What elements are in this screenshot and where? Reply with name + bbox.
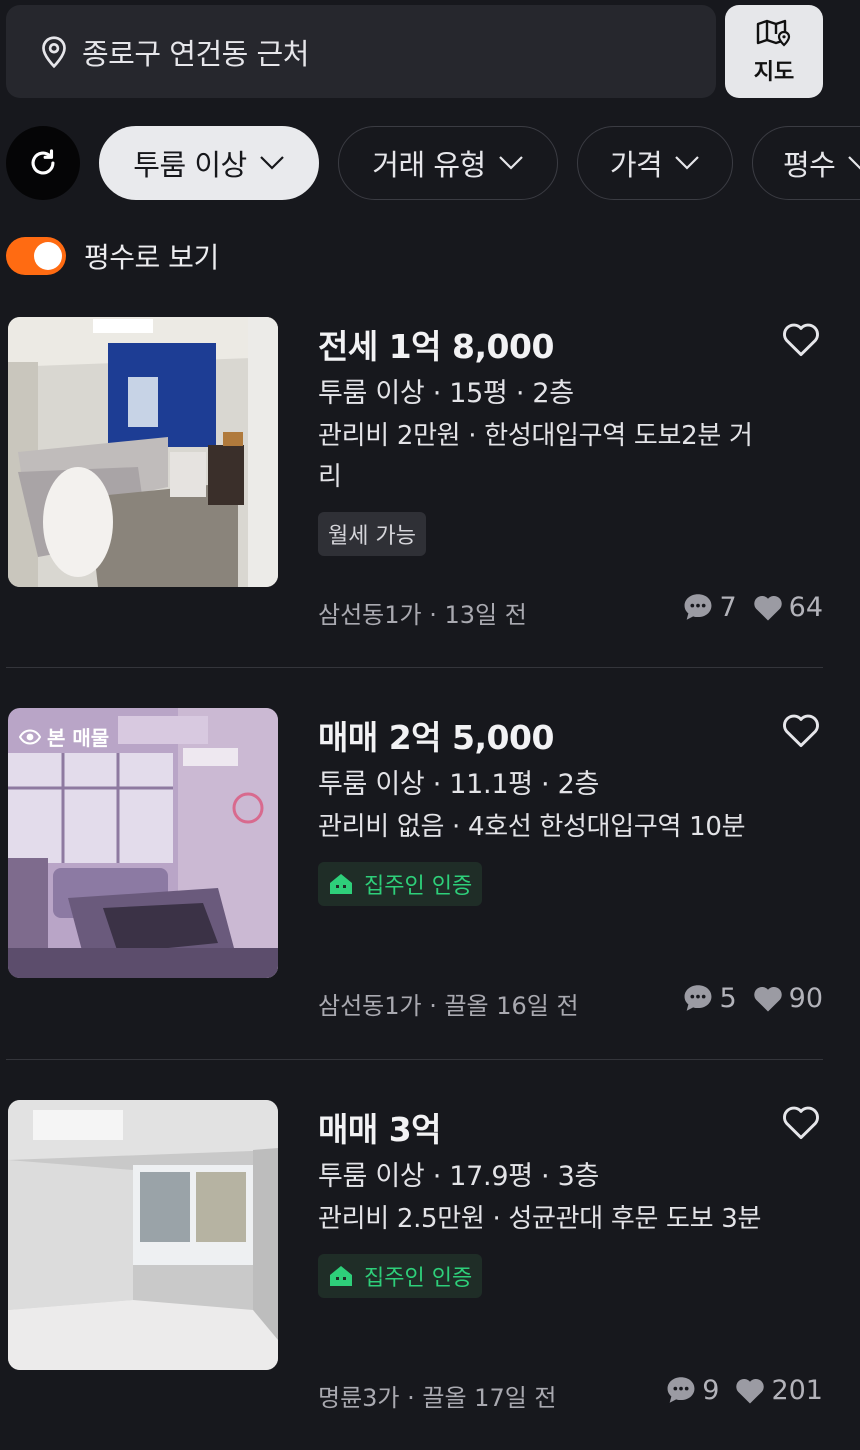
heart-filled-icon [753,986,782,1012]
map-button-label: 지도 [753,59,795,85]
heart-filled-icon [753,595,782,621]
listing-info: 전세 1억 8,000 투룸 이상 · 15평 · 2층 관리비 2만원 · 한… [318,317,828,556]
toggle-knob [34,242,62,270]
comment-count: 5 [719,982,737,1014]
listing-item[interactable]: 매매 3억 투룸 이상 · 17.9평 · 3층 관리비 2.5만원 · 성균관… [0,1100,860,1450]
filter-label: 가격 [609,148,663,182]
map-icon [756,19,791,46]
verified-owner-label: 집주인 인증 [364,874,473,899]
like-count: 201 [771,1374,823,1406]
listing-item[interactable]: 본 매물 매매 2억 5,000 투룸 이상 · 11.1평 · 2층 관리비 … [0,708,860,1058]
filter-label: 거래 유형 [372,148,486,182]
listing-photo[interactable] [8,1100,278,1370]
filter-label: 평수 [783,148,836,182]
listing-specs: 투룸 이상 · 11.1평 · 2층 [318,769,600,800]
listing-photo[interactable] [8,317,278,587]
area-view-toggle[interactable] [6,237,66,275]
heart-filled-icon [736,1378,765,1404]
listing-price: 매매 3억 [318,1110,442,1149]
filter-deal-type[interactable]: 거래 유형 [338,126,558,200]
listing-price: 전세 1억 8,000 [318,327,554,366]
listing-info: 매매 2억 5,000 투룸 이상 · 11.1평 · 2층 관리비 없음 · … [318,708,828,906]
heart-icon[interactable] [779,317,823,361]
comment-count: 7 [719,591,737,623]
map-button[interactable]: 지도 [725,5,823,98]
divider [6,1059,823,1060]
area-view-toggle-row: 평수로 보기 [6,236,219,276]
verified-owner-tag: 집주인 인증 [318,1254,483,1298]
listing-location-time: 명륜3가 · 끌올 17일 전 [318,1384,557,1412]
listing-price: 매매 2억 5,000 [318,718,554,757]
listing-specs: 투룸 이상 · 15평 · 2층 [318,378,574,409]
listing-specs: 투룸 이상 · 17.9평 · 3층 [318,1161,600,1192]
chevron-down-icon [848,156,860,170]
filter-area[interactable]: 평수 [752,126,860,200]
viewed-badge: 본 매물 [18,722,109,751]
filter-price[interactable]: 가격 [577,126,733,200]
chevron-down-icon [498,156,523,170]
filter-label: 투룸 이상 [133,148,247,182]
chevron-down-icon [675,156,699,170]
comment-count: 9 [702,1374,720,1406]
filter-room-type[interactable]: 투룸 이상 [99,126,319,200]
filter-bar: 투룸 이상 거래 유형 가격 평수 [0,126,860,200]
listing-stats: 5 90 [681,982,823,1014]
listing-item[interactable]: 전세 1억 8,000 투룸 이상 · 15평 · 2층 관리비 2만원 · 한… [0,317,860,667]
house-icon [330,1266,352,1286]
chat-icon [684,594,712,620]
chevron-down-icon [259,156,284,170]
listing-description: 관리비 2만원 · 한성대입구역 도보2분 거리 [318,421,753,492]
listing-stats: 7 64 [681,591,823,623]
house-icon [330,874,352,894]
chat-icon [667,1377,695,1403]
chat-icon [684,985,712,1011]
room-photo [8,317,278,587]
verified-owner-tag: 집주인 인증 [318,862,483,906]
listing-photo[interactable]: 본 매물 [8,708,278,978]
listing-tag: 월세 가능 [318,512,426,556]
listing-location-time: 삼선동1가 · 13일 전 [318,601,527,629]
viewed-badge-label: 본 매물 [47,726,110,750]
listing-description: 관리비 없음 · 4호선 한성대입구역 10분 [318,812,746,842]
listing-description: 관리비 2.5만원 · 성균관대 후문 도보 3분 [318,1204,762,1234]
like-count: 64 [788,591,823,623]
listing-location-time: 삼선동1가 · 끌올 16일 전 [318,992,579,1020]
heart-icon[interactable] [779,1100,823,1144]
area-view-toggle-label: 평수로 보기 [84,241,219,274]
refresh-icon [31,149,55,175]
eye-icon [18,728,42,745]
location-search-bar[interactable]: 종로구 연건동 근처 [6,5,716,98]
listing-stats: 9 201 [664,1374,823,1406]
refresh-button[interactable] [6,126,80,200]
like-count: 90 [788,982,823,1014]
heart-icon[interactable] [779,708,823,752]
verified-owner-label: 집주인 인증 [364,1266,473,1291]
room-photo [8,1100,278,1370]
location-text: 종로구 연건동 근처 [82,36,309,71]
listing-info: 매매 3억 투룸 이상 · 17.9평 · 3층 관리비 2.5만원 · 성균관… [318,1100,828,1298]
location-pin-icon [42,35,66,68]
divider [6,667,823,668]
